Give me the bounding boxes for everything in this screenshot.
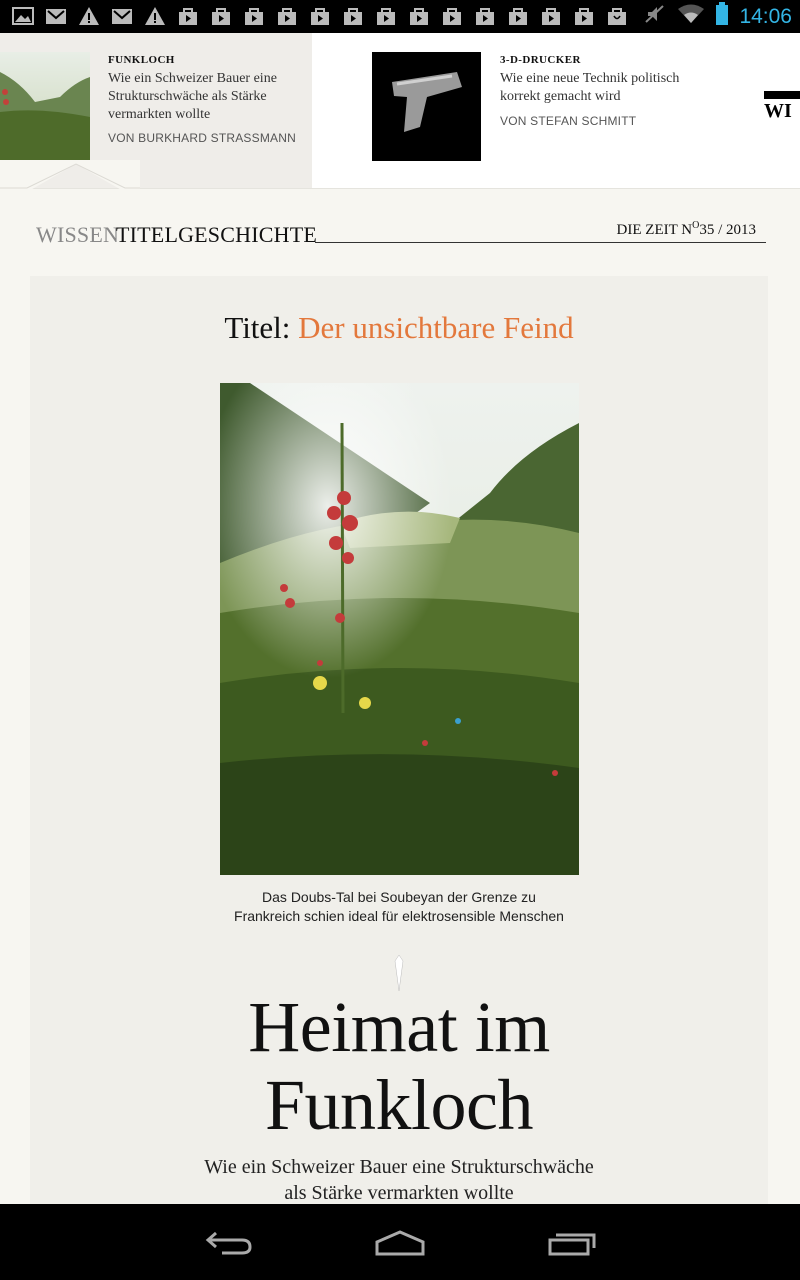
article-subtitle: Wie ein Schweizer Bauer eine Struktursch… bbox=[204, 1156, 594, 1204]
teaser-title: Wie eine neue Technik politisch korrekt … bbox=[500, 71, 680, 104]
article-card[interactable]: Titel: Der unsichtbare Feind Das Doubs-T… bbox=[30, 276, 768, 1216]
gmail-icon bbox=[111, 6, 133, 26]
play-store-icon bbox=[474, 6, 496, 26]
section-subcategory: TITELGESCHICHTE bbox=[116, 222, 317, 247]
article-title: Heimat im Funkloch bbox=[248, 987, 550, 1145]
warning-icon bbox=[78, 6, 100, 26]
teaser-kicker: 3-D-DRUCKER bbox=[500, 54, 581, 66]
home-button[interactable] bbox=[372, 1228, 428, 1258]
teaser-title: Wie ein Schweizer Bauer eine Struktursch… bbox=[108, 71, 277, 122]
system-status: 14:06 bbox=[643, 0, 792, 33]
home-icon bbox=[375, 1230, 425, 1256]
teaser-byline: VON BURKHARD STRASSMANN bbox=[108, 131, 296, 145]
play-store-icon bbox=[309, 6, 331, 26]
gallery-icon bbox=[12, 6, 34, 26]
shopping-bag-icon bbox=[606, 6, 628, 26]
play-store-icon bbox=[507, 6, 529, 26]
section-header: WISSEN TITELGESCHICHTE DIE ZEIT NO35 / 2… bbox=[36, 220, 766, 248]
play-store-icon bbox=[408, 6, 430, 26]
play-store-icon bbox=[540, 6, 562, 26]
back-icon bbox=[205, 1231, 252, 1255]
status-bar: 14:06 bbox=[0, 0, 800, 33]
play-store-icon bbox=[210, 6, 232, 26]
warning-icon bbox=[144, 6, 166, 26]
issue-label: DIE ZEIT NO35 / 2013 bbox=[612, 220, 756, 239]
battery-icon bbox=[715, 2, 729, 31]
play-store-icon bbox=[243, 6, 265, 26]
wifi-icon bbox=[677, 3, 705, 30]
teaser-3d-drucker[interactable]: 3-D-DRUCKER Wie eine neue Technik politi… bbox=[312, 33, 722, 188]
section-category[interactable]: WISSEN bbox=[36, 222, 119, 248]
article-heading: Titel: Der unsichtbare Feind bbox=[224, 310, 574, 345]
teaser-byline: VON STEFAN SCHMITT bbox=[500, 114, 637, 128]
play-store-icon bbox=[342, 6, 364, 26]
quill-ornament bbox=[394, 955, 404, 991]
recent-apps-button[interactable] bbox=[544, 1228, 600, 1258]
svg-text:WI: WI bbox=[764, 100, 792, 119]
play-store-icon bbox=[573, 6, 595, 26]
navigation-bar bbox=[0, 1204, 800, 1280]
teaser-thumbnail bbox=[372, 52, 481, 161]
article-photo bbox=[220, 383, 579, 875]
notification-icons bbox=[12, 6, 628, 26]
shopping-bag-icon bbox=[177, 6, 199, 26]
section-rule bbox=[315, 242, 766, 243]
teaser-kicker: FUNKLOCH bbox=[108, 54, 175, 66]
teaser-thumbnail bbox=[0, 52, 90, 161]
play-store-icon bbox=[375, 6, 397, 26]
clock: 14:06 bbox=[739, 4, 792, 28]
recent-apps-icon bbox=[548, 1233, 596, 1256]
teaser-next-thumbnail[interactable]: WI bbox=[764, 91, 800, 122]
back-button[interactable] bbox=[202, 1228, 258, 1258]
active-teaser-indicator bbox=[0, 160, 140, 192]
play-store-icon bbox=[276, 6, 298, 26]
gmail-icon bbox=[45, 6, 67, 26]
play-store-icon bbox=[441, 6, 463, 26]
photo-caption: Das Doubs-Tal bei Soubeyan der Grenze zu… bbox=[234, 889, 564, 924]
mute-icon bbox=[643, 3, 667, 30]
